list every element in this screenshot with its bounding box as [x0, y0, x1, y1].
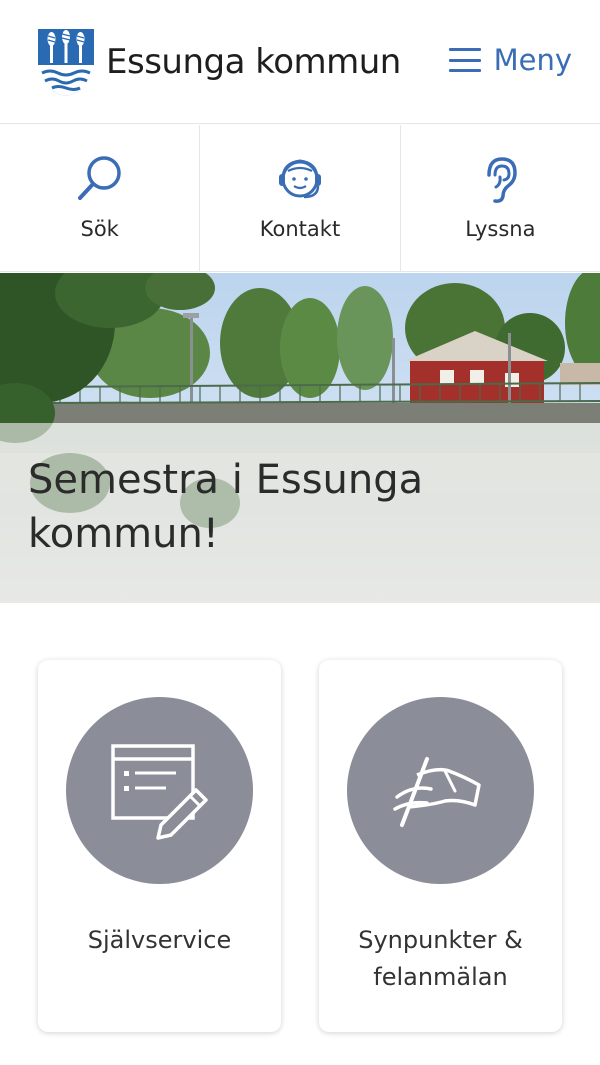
card-self-service[interactable]: Självservice	[38, 660, 281, 1032]
site-logo[interactable]: Essunga kommun	[36, 26, 401, 98]
card-icon-circle	[347, 697, 534, 884]
menu-label: Meny	[493, 42, 572, 77]
quick-link-label: Lyssna	[465, 217, 536, 241]
card-label: Självservice	[87, 926, 232, 954]
hamburger-icon	[448, 48, 481, 72]
form-edit-icon	[111, 744, 208, 840]
hero-caption: Semestra i Essunga kommun!	[0, 423, 600, 603]
card-label: Synpunkter & felanmälan	[358, 926, 523, 991]
card-feedback[interactable]: Synpunkter & felanmälan	[319, 660, 562, 1032]
site-header: Essunga kommun Meny	[0, 0, 600, 124]
menu-button[interactable]: Meny	[448, 40, 572, 80]
hero-title: Semestra i Essunga kommun!	[28, 457, 424, 557]
quick-links-bar: Sök Kontakt Lyssna	[0, 125, 600, 272]
ear-icon	[487, 157, 518, 203]
quick-link-search[interactable]: Sök	[0, 125, 199, 271]
quick-link-label: Kontakt	[259, 217, 341, 241]
quick-link-listen[interactable]: Lyssna	[399, 125, 600, 271]
service-cards: Självservice Synpunkter & felanmälan	[0, 603, 600, 1065]
flag-hand-icon	[393, 757, 481, 827]
card-icon-circle	[66, 697, 253, 884]
headset-icon	[278, 159, 321, 199]
logo-text: Essunga kommun	[106, 42, 401, 82]
quick-link-contact[interactable]: Kontakt	[199, 125, 399, 271]
quick-link-label: Sök	[80, 217, 119, 241]
search-icon	[77, 156, 121, 200]
municipal-shield-icon	[38, 29, 94, 96]
hero-banner[interactable]: Semestra i Essunga kommun!	[0, 273, 600, 603]
